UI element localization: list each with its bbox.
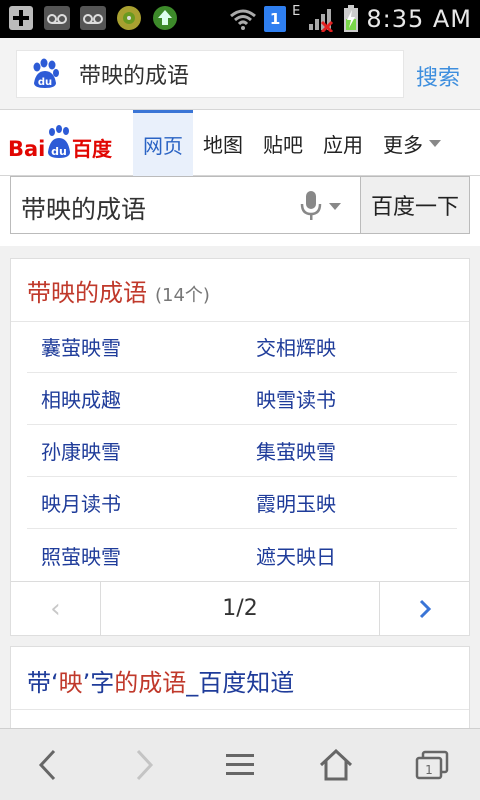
tab-tieba[interactable]: 贴吧 — [253, 110, 313, 176]
wifi-icon — [228, 5, 258, 33]
svg-text:百度: 百度 — [72, 137, 113, 161]
battery-icon — [342, 5, 360, 33]
idiom-row: 孙康映雪 集萤映雪 — [27, 425, 457, 477]
address-bar: du 带映的成语 搜索 — [0, 38, 480, 110]
idiom-link[interactable]: 集萤映雪 — [242, 436, 457, 465]
svg-text:Bai: Bai — [8, 137, 45, 161]
home-icon — [319, 748, 353, 780]
tab-map[interactable]: 地图 — [193, 110, 253, 176]
idiom-row: 相映成趣 映雪读书 — [27, 373, 457, 425]
idiom-link[interactable]: 囊萤映雪 — [27, 332, 242, 361]
add-icon — [6, 4, 36, 32]
menu-icon — [226, 753, 254, 775]
sim-badge: 1 — [264, 6, 287, 32]
baidu-nav: Bai du 百度 网页 地图 贴吧 应用 更多 — [0, 110, 480, 176]
idiom-link[interactable]: 相映成趣 — [27, 384, 242, 413]
baidu-paw-icon: du — [23, 52, 67, 96]
home-button[interactable] — [300, 735, 372, 795]
status-time: 8:35 AM — [366, 5, 472, 33]
tabs-icon: 1 — [415, 750, 449, 779]
app-icon — [114, 4, 144, 32]
page-indicator: 1/2 — [222, 596, 258, 621]
result-title-highlight: 映 — [58, 669, 83, 697]
chevron-left-icon — [38, 749, 56, 780]
idiom-link[interactable]: 交相辉映 — [242, 332, 457, 361]
next-page-button[interactable] — [379, 582, 469, 636]
network-type: E — [292, 4, 301, 19]
idiom-card-title[interactable]: 带映的成语 (14个) — [27, 273, 210, 308]
search-link[interactable]: 搜索 — [416, 60, 460, 92]
chevron-right-icon — [136, 749, 154, 780]
search-button[interactable]: 百度一下 — [360, 176, 470, 234]
idiom-row: 照萤映雪 遮天映日 — [27, 529, 457, 581]
result-title-highlight: 的成语 — [114, 669, 187, 697]
idiom-card-title-text: 带映的成语 — [27, 279, 147, 307]
baidu-logo[interactable]: Bai du 百度 — [8, 124, 120, 164]
idiom-grid: 囊萤映雪 交相辉映 相映成趣 映雪读书 孙康映雪 集萤映雪 映月读书 霞明玉映 … — [27, 321, 457, 581]
search-input-value: 带映的成语 — [21, 195, 147, 224]
idiom-link[interactable]: 霞明玉映 — [242, 488, 457, 517]
pager: ‹ 1/2 — [11, 581, 469, 636]
nav-tabs: 网页 地图 贴吧 应用 更多 — [133, 110, 451, 176]
voicemail-icon — [42, 4, 72, 32]
address-field[interactable]: du 带映的成语 — [16, 50, 404, 98]
result-title-part: _百度知道 — [186, 669, 295, 697]
menu-button[interactable] — [204, 735, 276, 795]
idiom-link[interactable]: 照萤映雪 — [27, 541, 242, 570]
back-button[interactable] — [12, 735, 84, 795]
chevron-right-icon — [419, 599, 431, 619]
microphone-icon[interactable] — [299, 189, 347, 223]
chevron-down-icon — [429, 139, 441, 147]
tabs-button[interactable]: 1 — [396, 735, 468, 795]
idiom-link[interactable]: 孙康映雪 — [27, 436, 242, 465]
result-title-part: ’字 — [82, 669, 115, 697]
notification-icons — [6, 4, 180, 32]
upload-icon — [150, 4, 180, 32]
signal-icon — [306, 5, 336, 33]
idiom-count: (14个) — [155, 285, 210, 306]
idiom-row: 映月读书 霞明玉映 — [27, 477, 457, 529]
address-query[interactable]: 带映的成语 — [79, 58, 189, 90]
voicemail-icon — [78, 4, 108, 32]
result-title-part: 带‘ — [27, 669, 59, 697]
chevron-down-icon — [329, 202, 341, 210]
tab-more[interactable]: 更多 — [373, 110, 451, 176]
idiom-card: 带映的成语 (14个) 囊萤映雪 交相辉映 相映成趣 映雪读书 孙康映雪 集萤映雪… — [10, 258, 470, 636]
idiom-row: 囊萤映雪 交相辉映 — [27, 321, 457, 373]
divider — [11, 709, 469, 710]
svg-text:du: du — [51, 145, 67, 158]
tab-more-label: 更多 — [383, 132, 423, 157]
prev-page-button[interactable]: ‹ — [11, 582, 101, 636]
forward-button[interactable] — [108, 735, 180, 795]
idiom-link[interactable]: 映月读书 — [27, 488, 242, 517]
result-title-link[interactable]: 带‘映’字的成语_百度知道 — [27, 663, 294, 698]
tab-apps[interactable]: 应用 — [313, 110, 373, 176]
idiom-link[interactable]: 映雪读书 — [242, 384, 457, 413]
search-row: 带映的成语 百度一下 — [0, 176, 480, 246]
svg-text:du: du — [38, 77, 52, 88]
system-icons: 1 E 8:35 AM — [228, 0, 472, 38]
browser-toolbar: 1 — [0, 728, 480, 800]
search-input[interactable]: 带映的成语 — [10, 176, 360, 234]
idiom-link[interactable]: 遮天映日 — [242, 541, 457, 570]
tab-web[interactable]: 网页 — [133, 110, 193, 176]
result-card: 带‘映’字的成语_百度知道 — [10, 646, 470, 736]
status-bar: 1 E 8:35 AM — [0, 0, 480, 38]
svg-text:1: 1 — [425, 763, 433, 777]
